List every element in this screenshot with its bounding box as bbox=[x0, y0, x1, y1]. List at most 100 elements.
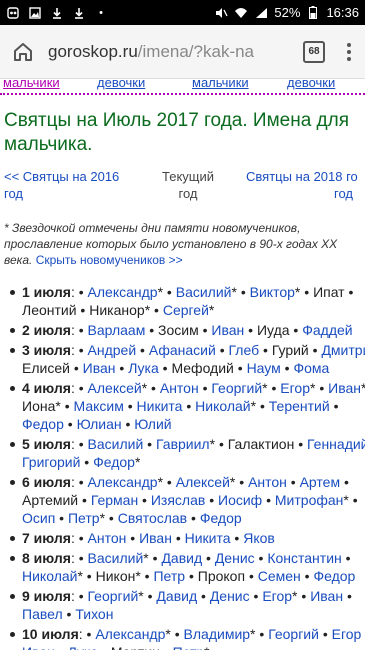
name-link[interactable]: Юлиан bbox=[77, 416, 122, 432]
name-link[interactable]: Иван bbox=[83, 360, 116, 376]
name-link[interactable]: Фома bbox=[293, 360, 329, 376]
name-link[interactable]: Семен bbox=[258, 568, 301, 584]
name-link[interactable]: Иван bbox=[310, 588, 343, 604]
day-date: 8 июля bbox=[22, 550, 71, 566]
name-link[interactable]: Герман bbox=[91, 492, 138, 508]
day-line: 9 июля: • Георгий* • Давид • Денис • Его… bbox=[22, 588, 352, 604]
name-link[interactable]: Георгий bbox=[268, 626, 319, 642]
name-text: Никон bbox=[95, 568, 136, 584]
day-line: Елисей • Иван • Лука • Мефодий • Наум • … bbox=[22, 360, 330, 376]
name-link[interactable]: Изяслав bbox=[151, 492, 205, 508]
name-link[interactable]: Гавриил bbox=[156, 436, 210, 452]
tab-girls[interactable]: девочки bbox=[97, 79, 145, 90]
name-link[interactable]: Глеб bbox=[229, 342, 260, 358]
name-link[interactable]: Афанасий bbox=[149, 342, 216, 358]
name-link[interactable]: Александр bbox=[95, 626, 165, 642]
name-link[interactable]: Антон bbox=[88, 530, 127, 546]
name-link[interactable]: Терентий bbox=[269, 398, 330, 414]
tab-girls[interactable]: девочки bbox=[287, 79, 335, 90]
day-date: 2 июля bbox=[22, 322, 71, 338]
day-date: 7 июля bbox=[22, 530, 71, 546]
name-link[interactable]: Федор bbox=[93, 454, 135, 470]
hide-new-martyrs-link[interactable]: Скрыть новомучеников >> bbox=[36, 253, 183, 267]
name-link[interactable]: Егор bbox=[332, 626, 362, 642]
name-link[interactable]: Иван bbox=[328, 380, 361, 396]
name-link[interactable]: Иван bbox=[139, 530, 172, 546]
name-link[interactable]: Петр bbox=[68, 510, 100, 526]
next-year-link[interactable]: Святцы на 2018 го год bbox=[232, 168, 365, 202]
name-link[interactable]: Василий bbox=[88, 436, 144, 452]
name-link[interactable]: Антон bbox=[160, 380, 199, 396]
name-link[interactable]: Федор bbox=[313, 568, 355, 584]
name-link[interactable]: Никита bbox=[137, 398, 183, 414]
name-link[interactable]: Андрей bbox=[88, 342, 137, 358]
name-link[interactable]: Петр bbox=[173, 644, 205, 650]
name-link[interactable]: Владимир bbox=[184, 626, 251, 642]
name-link[interactable]: Виктор bbox=[250, 284, 295, 300]
address-bar[interactable]: goroskop.ru/imena/?kak-na bbox=[42, 42, 293, 62]
name-link[interactable]: Давид bbox=[156, 588, 197, 604]
prev-year-link[interactable]: << Святцы на 2016 год bbox=[4, 168, 144, 202]
home-icon bbox=[14, 42, 32, 61]
name-link[interactable]: Максим bbox=[74, 398, 124, 414]
status-notifications: • bbox=[6, 6, 108, 19]
name-link[interactable]: Николай bbox=[22, 568, 77, 584]
name-link[interactable]: Григорий bbox=[22, 454, 80, 470]
clock: 16:36 bbox=[326, 5, 359, 20]
name-link[interactable]: Константин bbox=[267, 550, 341, 566]
name-link[interactable]: Александр bbox=[88, 474, 158, 490]
name-link[interactable]: Федор bbox=[22, 416, 64, 432]
day-line: 1 июля: • Александр* • Василий* • Виктор… bbox=[22, 284, 354, 300]
name-link[interactable]: Никита bbox=[185, 530, 231, 546]
name-link[interactable]: Денис bbox=[210, 588, 250, 604]
battery-level: 52% bbox=[274, 5, 301, 20]
name-link[interactable]: Артем bbox=[300, 474, 340, 490]
name-link[interactable]: Сергей bbox=[163, 302, 209, 318]
name-text: Елисей bbox=[22, 360, 70, 376]
day-date: 4 июля bbox=[22, 380, 71, 396]
tab-switcher-button[interactable]: 68 bbox=[303, 40, 325, 63]
name-link[interactable]: Николай bbox=[195, 398, 250, 414]
day-date: 10 июля bbox=[22, 626, 79, 642]
name-text: Гурий bbox=[271, 342, 309, 358]
name-link[interactable]: Георгий bbox=[88, 588, 139, 604]
home-button[interactable] bbox=[4, 33, 42, 71]
name-link[interactable]: Тихон bbox=[75, 606, 113, 622]
name-link[interactable]: Иван bbox=[211, 322, 244, 338]
name-link[interactable]: Наум bbox=[247, 360, 281, 376]
name-link[interactable]: Геннадий bbox=[307, 436, 365, 452]
name-text: Иона bbox=[22, 398, 56, 414]
name-link[interactable]: Алексей bbox=[176, 474, 230, 490]
name-link[interactable]: Антон bbox=[248, 474, 287, 490]
name-link[interactable]: Дмитри bbox=[321, 342, 365, 358]
tab-boys[interactable]: мальчики bbox=[192, 79, 249, 90]
name-link[interactable]: Егор bbox=[280, 380, 310, 396]
name-link[interactable]: Варлаам bbox=[88, 322, 146, 338]
name-link[interactable]: Георгий bbox=[211, 380, 262, 396]
name-link[interactable]: Иосиф bbox=[218, 492, 262, 508]
name-link[interactable]: Александр bbox=[88, 284, 158, 300]
tab-boys[interactable]: мальчики bbox=[3, 79, 60, 90]
name-link[interactable]: Фаддей bbox=[302, 322, 352, 338]
name-link[interactable]: Иван bbox=[22, 644, 55, 650]
current-year-link[interactable]: Текущий год bbox=[144, 168, 232, 202]
name-link[interactable]: Яков bbox=[243, 530, 275, 546]
name-link[interactable]: Денис bbox=[215, 550, 255, 566]
name-link[interactable]: Василий bbox=[176, 284, 232, 300]
name-link[interactable]: Митрофан bbox=[275, 492, 344, 508]
name-link[interactable]: Лука bbox=[128, 360, 159, 376]
overflow-menu-button[interactable] bbox=[339, 42, 359, 61]
name-link[interactable]: Павел bbox=[22, 606, 63, 622]
name-link[interactable]: Святослав bbox=[118, 510, 187, 526]
day-item: 7 июля: • Антон • Иван • Никита • Яков bbox=[4, 529, 365, 547]
name-link[interactable]: Федор bbox=[200, 510, 242, 526]
name-link[interactable]: Юлий bbox=[134, 416, 171, 432]
name-link[interactable]: Лука bbox=[68, 644, 99, 650]
name-text: Ипат bbox=[313, 284, 345, 300]
name-link[interactable]: Алексей bbox=[88, 380, 142, 396]
name-link[interactable]: Егор bbox=[262, 588, 292, 604]
name-link[interactable]: Осип bbox=[22, 510, 55, 526]
name-link[interactable]: Давид bbox=[161, 550, 202, 566]
name-link[interactable]: Василий bbox=[88, 550, 144, 566]
name-link[interactable]: Петр bbox=[153, 568, 185, 584]
